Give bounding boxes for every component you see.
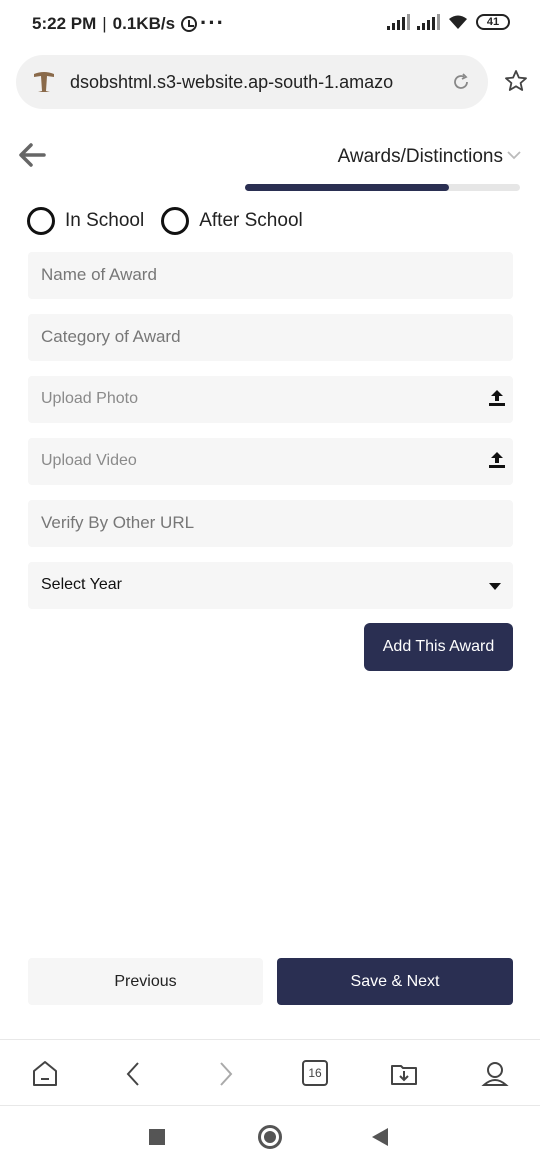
caret-down-icon[interactable] bbox=[489, 583, 501, 590]
status-network-speed: 0.1KB/s bbox=[112, 14, 176, 33]
android-home-icon[interactable] bbox=[258, 1125, 282, 1149]
battery-icon: 41 bbox=[476, 14, 510, 30]
award-category-input[interactable]: Category of Award bbox=[28, 314, 513, 361]
bookmark-star-icon[interactable] bbox=[504, 69, 528, 93]
status-right: 41 bbox=[387, 14, 510, 30]
save-next-button[interactable]: Save & Next bbox=[277, 958, 513, 1005]
status-left: 5:22 PM | 0.1KB/s bbox=[32, 14, 198, 34]
upload-video-placeholder: Upload Video bbox=[41, 452, 137, 469]
radio-circle-icon[interactable] bbox=[161, 207, 190, 235]
signal-icon bbox=[387, 14, 410, 30]
wifi-icon bbox=[449, 15, 467, 29]
profile-icon[interactable] bbox=[480, 1059, 510, 1089]
home-icon[interactable] bbox=[30, 1059, 60, 1089]
radio-label: In School bbox=[65, 210, 145, 231]
tabs-count-button[interactable]: 16 bbox=[302, 1060, 328, 1086]
award-category-placeholder: Category of Award bbox=[41, 327, 181, 346]
verify-url-input[interactable]: Verify By Other URL bbox=[28, 500, 513, 547]
recent-apps-icon[interactable] bbox=[149, 1129, 165, 1145]
radio-in-school[interactable]: In School bbox=[27, 207, 144, 235]
reload-icon[interactable] bbox=[452, 73, 470, 91]
address-bar[interactable]: dsobshtml.s3-website.ap-south-1.amazo bbox=[16, 55, 488, 109]
status-separator: | bbox=[102, 14, 107, 33]
select-year-dropdown[interactable]: Select Year bbox=[28, 562, 513, 609]
upload-photo-field[interactable]: Upload Photo bbox=[28, 376, 513, 423]
progress-bar bbox=[245, 184, 520, 191]
radio-circle-icon[interactable] bbox=[27, 207, 55, 235]
signal-icon-2 bbox=[417, 14, 440, 30]
verify-url-placeholder: Verify By Other URL bbox=[41, 513, 195, 532]
upload-icon[interactable] bbox=[488, 388, 506, 408]
upload-icon[interactable] bbox=[488, 450, 506, 470]
upload-video-field[interactable]: Upload Video bbox=[28, 438, 513, 485]
status-bar: 5:22 PM | 0.1KB/s ··· 41 bbox=[0, 0, 540, 48]
award-name-placeholder: Name of Award bbox=[41, 265, 157, 284]
status-time: 5:22 PM bbox=[32, 14, 97, 33]
browser-back-icon[interactable] bbox=[119, 1059, 149, 1089]
android-nav-bar bbox=[0, 1107, 540, 1170]
radio-after-school[interactable]: After School bbox=[161, 207, 303, 235]
chevron-down-icon[interactable] bbox=[507, 150, 521, 160]
award-type-radio-group: In School After School bbox=[27, 207, 320, 235]
progress-fill bbox=[245, 184, 449, 191]
url-text[interactable]: dsobshtml.s3-website.ap-south-1.amazo bbox=[70, 72, 435, 93]
downloads-folder-icon[interactable] bbox=[389, 1059, 419, 1089]
android-back-icon[interactable] bbox=[372, 1128, 388, 1146]
browser-toolbar: 16 bbox=[0, 1039, 540, 1106]
status-more-dots: ··· bbox=[200, 10, 225, 35]
upload-photo-placeholder: Upload Photo bbox=[41, 390, 138, 407]
radio-label: After School bbox=[199, 210, 303, 231]
select-year-value: Select Year bbox=[41, 576, 122, 593]
alarm-icon bbox=[181, 16, 198, 32]
back-arrow-icon[interactable] bbox=[18, 142, 46, 168]
award-name-input[interactable]: Name of Award bbox=[28, 252, 513, 299]
add-award-button[interactable]: Add This Award bbox=[364, 623, 513, 671]
previous-button[interactable]: Previous bbox=[28, 958, 263, 1005]
step-title[interactable]: Awards/Distinctions bbox=[338, 146, 503, 168]
browser-forward-icon[interactable] bbox=[210, 1059, 240, 1089]
site-logo-icon bbox=[34, 72, 54, 92]
